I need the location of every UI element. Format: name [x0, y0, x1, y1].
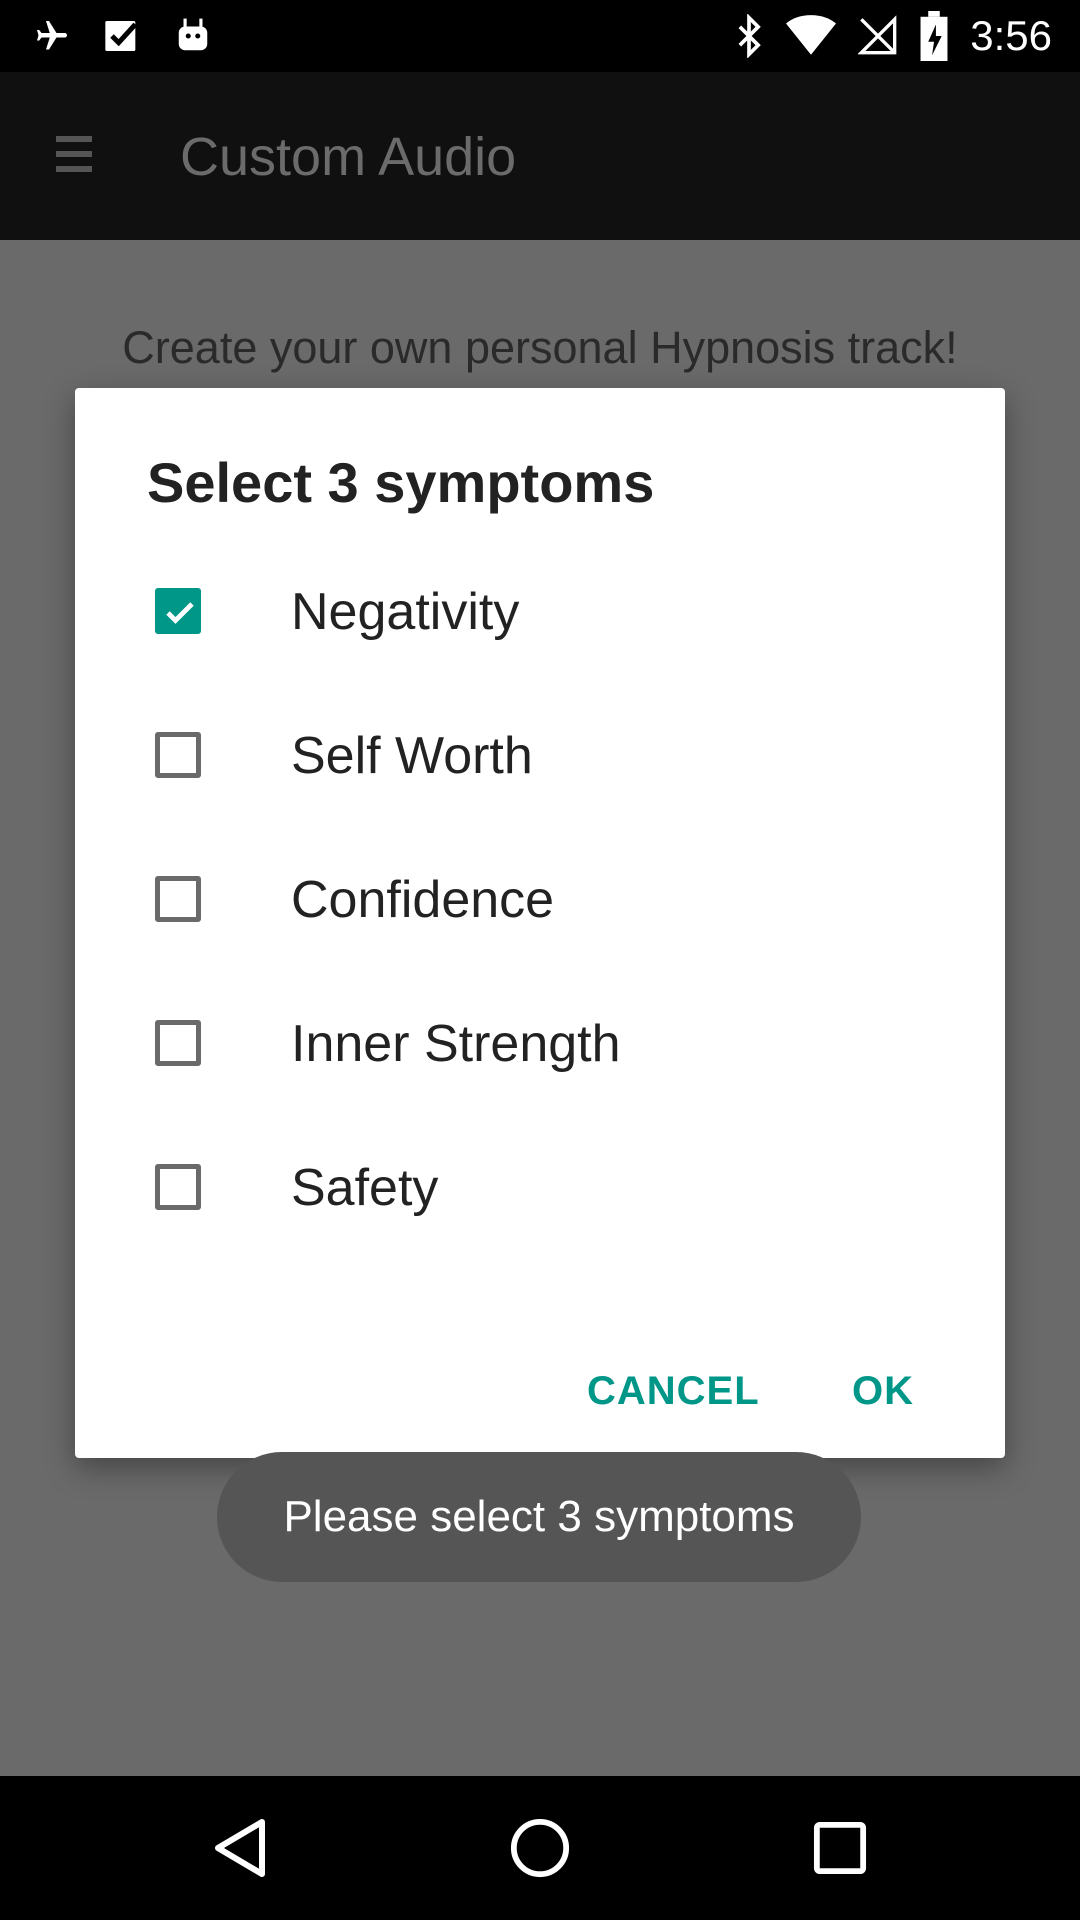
option-confidence[interactable]: Confidence — [75, 826, 1005, 970]
intro-text: Create your own personal Hypnosis track! — [122, 322, 958, 373]
option-label: Negativity — [291, 583, 520, 641]
android-icon — [174, 16, 212, 56]
navigation-bar — [0, 1776, 1080, 1920]
clock: 3:56 — [970, 12, 1052, 59]
checkbox-unchecked-icon[interactable] — [155, 732, 201, 778]
toast: Please select 3 symptoms — [217, 1452, 861, 1582]
dialog-actions: CANCEL OK — [75, 1308, 1005, 1458]
option-label: Safety — [291, 1159, 439, 1217]
option-label: Confidence — [291, 871, 555, 929]
status-bar: 3:56 — [0, 0, 1080, 72]
checkbox-unchecked-icon[interactable] — [155, 1020, 201, 1066]
option-negativity[interactable]: Negativity — [75, 538, 1005, 682]
battery-charging-icon — [920, 11, 948, 61]
back-icon[interactable] — [150, 1776, 330, 1920]
checkbox-checked-icon[interactable] — [155, 588, 201, 634]
option-label: Inner Strength — [291, 1015, 621, 1073]
app-title: Custom Audio — [180, 127, 517, 187]
app-bar: Custom Audio — [0, 72, 1080, 240]
menu-icon[interactable] — [56, 136, 92, 178]
dialog-title: Select 3 symptoms — [147, 451, 655, 514]
option-inner-strength[interactable]: Inner Strength — [75, 970, 1005, 1114]
airplane-icon — [34, 16, 70, 56]
no-sim-icon — [858, 15, 898, 57]
toast-message: Please select 3 symptoms — [283, 1492, 795, 1541]
ok-button[interactable]: OK — [846, 1368, 920, 1415]
cancel-button[interactable]: CANCEL — [581, 1368, 766, 1415]
option-label: Self Worth — [291, 727, 533, 785]
wifi-icon — [786, 15, 837, 57]
checkbox-unchecked-icon[interactable] — [155, 876, 201, 922]
symptom-dialog: Select 3 symptoms Negativity Self Worth … — [75, 388, 1005, 1458]
checkbox-unchecked-icon[interactable] — [155, 1164, 201, 1210]
option-self-worth[interactable]: Self Worth — [75, 682, 1005, 826]
home-icon[interactable] — [450, 1776, 630, 1920]
bluetooth-icon — [734, 14, 764, 58]
task-check-icon — [102, 16, 142, 56]
option-safety[interactable]: Safety — [75, 1114, 1005, 1258]
recents-icon[interactable] — [750, 1776, 930, 1920]
